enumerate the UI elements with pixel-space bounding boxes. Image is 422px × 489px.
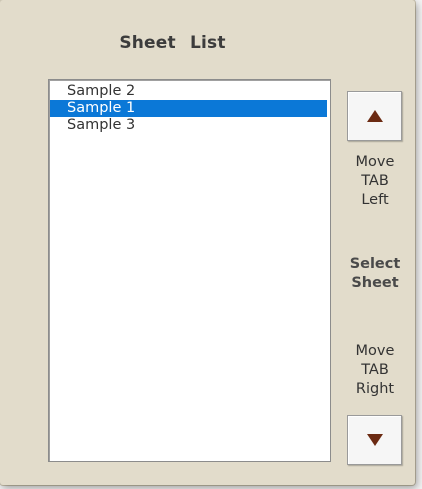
move-right-line-3: Right [355, 381, 395, 397]
sheet-list-dialog: Sheet List Sample 2 Sample 1 Sample 3 Mo… [0, 0, 415, 485]
move-tab-left-button[interactable] [347, 91, 402, 141]
select-sheet-line-2: Sheet [351, 275, 399, 291]
move-left-line-2: TAB [361, 173, 389, 189]
select-sheet-label: Select Sheet [340, 255, 410, 293]
move-left-line-3: Left [361, 192, 389, 208]
list-item-sample-1[interactable]: Sample 1 [50, 100, 327, 117]
list-item-sample-3[interactable]: Sample 3 [50, 117, 327, 134]
move-left-line-1: Move [355, 154, 395, 170]
move-tab-right-label: Move TAB Right [340, 342, 410, 399]
move-right-line-1: Move [355, 343, 395, 359]
triangle-down-icon [366, 434, 383, 446]
list-item-sample-2[interactable]: Sample 2 [50, 83, 327, 100]
select-sheet-line-1: Select [349, 256, 401, 272]
move-tab-left-label: Move TAB Left [340, 153, 410, 210]
triangle-up-icon [366, 110, 383, 122]
move-tab-right-button[interactable] [347, 415, 402, 465]
dialog-title: Sheet List [119, 33, 226, 53]
move-right-line-2: TAB [361, 362, 389, 378]
sheet-listbox[interactable]: Sample 2 Sample 1 Sample 3 [48, 79, 331, 462]
